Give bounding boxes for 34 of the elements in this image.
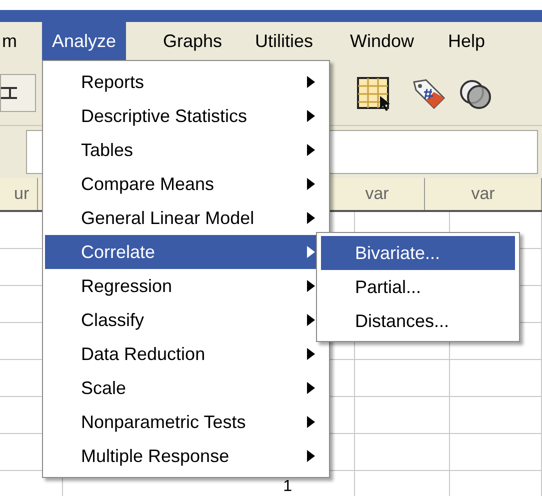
menu-item[interactable]: Compare Means (45, 167, 327, 201)
menu-item[interactable]: Scale (45, 371, 327, 405)
column-header[interactable]: ur (14, 181, 30, 207)
menu-item[interactable]: Multiple Response (45, 439, 327, 473)
tag-icon[interactable] (410, 76, 448, 112)
submenu-arrow-icon (307, 212, 315, 224)
menu-item[interactable]: General Linear Model (45, 201, 327, 235)
menu-item[interactable]: Analyze (42, 22, 126, 60)
menu-item[interactable]: Window (340, 22, 424, 60)
submenu-arrow-icon (307, 178, 315, 190)
column-header[interactable]: var (471, 181, 495, 207)
menu-item[interactable]: Bivariate... (321, 236, 515, 270)
menu-item[interactable]: Data Reduction (45, 337, 327, 371)
submenu-arrow-icon (307, 416, 315, 428)
menu-item[interactable]: Utilities (245, 22, 324, 60)
grid-icon[interactable] (0, 74, 36, 112)
menu-item[interactable]: Tables (45, 133, 327, 167)
table-cell: 1 (283, 479, 292, 495)
menu-item[interactable]: Graphs (153, 22, 232, 60)
menu-item[interactable]: Help (438, 22, 496, 60)
menu-item[interactable]: Descriptive Statistics (45, 99, 327, 133)
submenu-arrow-icon (307, 76, 315, 88)
submenu-arrow-icon (307, 348, 315, 360)
submenu-arrow-icon (307, 314, 315, 326)
menu-item[interactable]: Reports (45, 65, 327, 99)
submenu-arrow-icon (307, 382, 315, 394)
submenu-arrow-icon (307, 280, 315, 292)
menu-item[interactable]: m (0, 22, 27, 60)
circles-icon[interactable] (458, 78, 494, 112)
submenu-arrow-icon (307, 110, 315, 122)
submenu-arrow-icon (307, 450, 315, 462)
menu-item[interactable]: Nonparametric Tests (45, 405, 327, 439)
column-header[interactable]: var (365, 181, 389, 207)
submenu-arrow-icon (307, 144, 315, 156)
